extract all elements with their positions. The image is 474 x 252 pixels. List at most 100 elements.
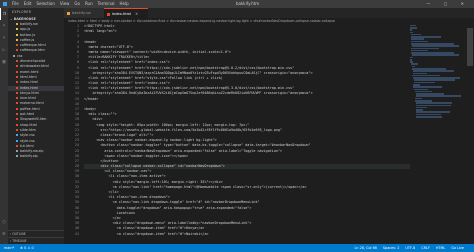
code-area[interactable]: <!DOCTYPE html> <html lang="en"> <head> <m… [84, 24, 410, 244]
file-label: style.css [20, 133, 35, 138]
minimap[interactable] [410, 24, 466, 244]
menu-item-go[interactable]: Go [74, 1, 80, 6]
file-icon [16, 91, 18, 94]
menu-item-selection[interactable]: Selection [36, 1, 54, 6]
file-icon [16, 144, 18, 147]
tab-bakkify-nw[interactable]: bakkify.nw [64, 8, 104, 18]
line-number: 41 [74, 231, 79, 236]
title-bar: File Edit Selection View Go Run Terminal Help b… [0, 0, 474, 8]
menu-item-file[interactable]: File [12, 1, 19, 6]
window-controls[interactable]: — ▢ ✕ [426, 0, 470, 8]
folder-icon [13, 54, 15, 57]
run-debug-icon[interactable]: ▷ [0, 44, 8, 56]
file-icon [16, 28, 18, 31]
file-icon [67, 12, 70, 15]
file-label: slide.htm [20, 127, 36, 132]
file-icon [16, 102, 18, 105]
scrollbar-thumb[interactable] [467, 28, 473, 66]
status-item[interactable]: Spaces: 2 [383, 246, 399, 250]
file-icon [16, 139, 18, 142]
file-icon [16, 38, 18, 41]
file-icon [16, 81, 18, 84]
file-label: coffeeque.html [20, 43, 46, 48]
line-number-gutter: 1 2 3 4 5 6 7 8 9 10 11 12 13 14 15 16 17 18 19 20 21 22 23 24 2… [64, 24, 82, 244]
file-icon [16, 134, 18, 137]
close-icon[interactable]: ✕ [135, 12, 138, 16]
editor-tabs: bakkify.nw index.html ✕ [64, 8, 474, 18]
file-icon [16, 49, 18, 52]
status-item[interactable]: Go Live [451, 246, 464, 250]
status-item[interactable]: main* [4, 246, 14, 250]
file-label: button.js [20, 32, 35, 37]
file-label: bakkify.nw [20, 22, 38, 26]
account-icon[interactable]: ◯ [0, 216, 8, 228]
file-label: drinkowater.html [20, 64, 49, 69]
outline-section[interactable]: › OUTLINE [8, 230, 64, 236]
html-file-icon [107, 13, 110, 16]
tab-label: bakkify.nw [72, 11, 91, 15]
file-label: app.js [20, 27, 31, 32]
file-icon [16, 118, 18, 121]
vscode-app-icon [3, 2, 7, 6]
file-label: event.html [20, 69, 39, 74]
tab-label: index.html [112, 12, 132, 16]
window-title: bakkify.htm [236, 1, 260, 6]
status-item[interactable]: CRLF [421, 246, 430, 250]
file-label: love.html [20, 96, 36, 101]
file-label: mokerna.html [20, 101, 44, 106]
file-icon [16, 113, 18, 116]
vertical-scrollbar[interactable] [466, 24, 474, 244]
status-item[interactable]: HTML [436, 246, 445, 250]
file-icon [16, 128, 18, 131]
file-icon [16, 44, 18, 47]
menu-item-edit[interactable]: Edit [24, 1, 32, 6]
menu-bar: File Edit Selection View Go Run Terminal Help [12, 0, 134, 8]
file-tree: bakkify.nw app.js button.js coffee.js coffee… [8, 22, 64, 160]
file-label: kenya.html [20, 90, 39, 95]
search-icon[interactable]: ⌕ [0, 20, 8, 32]
file-label: coffeeque.htm [20, 48, 45, 53]
status-item[interactable]: ⊗ 0 ⚠ 0 [20, 246, 33, 250]
file-label: index.html [20, 85, 39, 90]
file-icon [16, 70, 18, 73]
file-label: pot.html [20, 112, 35, 117]
status-right: Ln 28, Col 66 Spaces: 2 UTF-8 CRLF HTML Go Li… [355, 244, 470, 252]
file-label: css [17, 53, 23, 58]
menu-item-run[interactable]: Run [85, 1, 93, 6]
minimap-line [411, 54, 459, 56]
menu-item-help[interactable]: Help [120, 1, 129, 6]
source-control-icon[interactable]: ⑂ [0, 32, 8, 44]
code-editor[interactable]: 1 2 3 4 5 6 7 8 9 10 11 12 13 14 15 16 17 18 19 20 21 22 23 24 2… [64, 24, 410, 244]
activity-bar: ❐ ⌕ ⑂ ▷ ▦ ◯ ⚙ [0, 8, 8, 244]
file-icon [16, 23, 18, 25]
file-label: index.html [20, 80, 39, 85]
file-icon [16, 150, 18, 153]
file-label: tut.html [20, 143, 34, 148]
status-item[interactable]: Ln 28, Col 66 [355, 246, 377, 250]
file-icon [16, 65, 18, 68]
minimap-line [415, 95, 462, 97]
file-label: dinnerchocolat [20, 59, 46, 64]
explorer-sidebar: EXPLORER ⌄ BAKEHOUSE bakkify.nw app.js but… [8, 8, 64, 244]
file-icon [16, 33, 18, 36]
file-label: coffee.js [20, 37, 35, 42]
file-item[interactable]: bakkify.zip [8, 154, 64, 159]
project-folder-label: BAKEHOUSE [13, 17, 36, 21]
file-label: Shopwebfil.htm [20, 117, 47, 122]
timeline-section[interactable]: › TIMELINE [8, 237, 64, 243]
status-item[interactable]: UTF-8 [405, 246, 415, 250]
file-label: bakkify.zip [20, 154, 38, 159]
tab-index-html[interactable]: index.html ✕ [104, 8, 148, 18]
file-label: html.html [20, 74, 37, 79]
menu-item-terminal[interactable]: Terminal [98, 1, 115, 6]
explorer-icon[interactable]: ❐ [0, 8, 8, 20]
file-label: poffee.html [20, 106, 40, 111]
file-icon [16, 107, 18, 110]
code-line[interactable]: <a class="dropdown-item" href="#">Nairob… [84, 232, 410, 237]
menu-item-view[interactable]: View [60, 1, 70, 6]
extensions-icon[interactable]: ▦ [0, 56, 8, 68]
file-label: shop.html [20, 122, 37, 127]
outline-label: OUTLINE [12, 232, 26, 236]
file-label: bakkify.nw.zip [20, 149, 44, 154]
gear-icon[interactable]: ⚙ [0, 228, 8, 240]
